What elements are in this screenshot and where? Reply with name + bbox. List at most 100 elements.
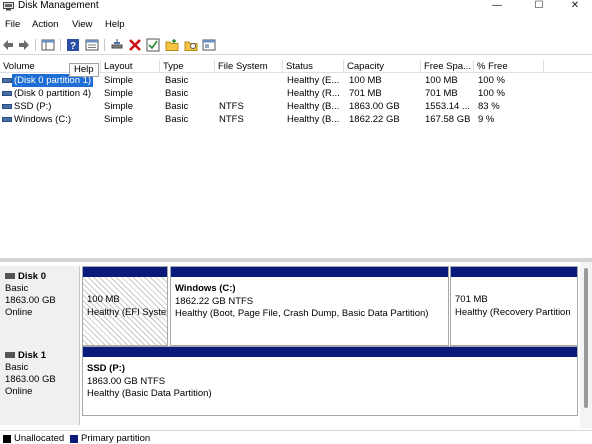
volume-row[interactable]: SSD (P:) Simple Basic NTFS Healthy (B...… bbox=[0, 100, 592, 113]
partition-status: Healthy (EFI System bbox=[87, 306, 167, 318]
disk-icon bbox=[5, 273, 15, 280]
volume-percent-free: 100 % bbox=[478, 75, 505, 86]
column-percent-free[interactable]: % Free bbox=[474, 60, 544, 73]
disk-1-label[interactable]: Disk 1 Basic 1863.00 GB Online bbox=[0, 345, 80, 425]
properties-icon[interactable] bbox=[85, 38, 99, 52]
partition-ssd-p[interactable]: SSD (P:) 1863.00 GB NTFS Healthy (Basic … bbox=[82, 346, 578, 416]
volume-row[interactable]: (Disk 0 partition 4) Simple Basic Health… bbox=[0, 87, 592, 100]
volume-percent-free: 83 % bbox=[478, 101, 500, 112]
legend-unallocated: Unallocated bbox=[14, 433, 65, 444]
disk-name: Disk 0 bbox=[18, 271, 46, 282]
partition-bar bbox=[83, 267, 167, 277]
open-icon[interactable] bbox=[184, 38, 198, 52]
volume-name[interactable]: SSD (P:) bbox=[14, 100, 51, 113]
disk-0-label[interactable]: Disk 0 Basic 1863.00 GB Online bbox=[0, 266, 80, 346]
column-layout[interactable]: Layout bbox=[101, 60, 160, 73]
disk-management-app-icon bbox=[3, 2, 14, 11]
vertical-scrollbar[interactable] bbox=[580, 262, 592, 428]
help-icon[interactable]: ? bbox=[66, 38, 80, 52]
volume-status: Healthy (R... bbox=[287, 88, 340, 99]
back-icon[interactable] bbox=[1, 38, 15, 52]
volume-free-space: 1553.14 ... bbox=[425, 101, 470, 112]
toolbar-separator bbox=[35, 39, 36, 51]
disk-type: Basic bbox=[5, 362, 29, 373]
partition-status: Healthy (Recovery Partition bbox=[455, 306, 571, 318]
disk-graphical-view: Disk 0 Basic 1863.00 GB Online 100 MB He… bbox=[0, 262, 592, 428]
partition-size: 100 MB bbox=[87, 294, 120, 305]
disk-type: Basic bbox=[5, 283, 29, 294]
new-folder-icon[interactable] bbox=[165, 38, 179, 52]
partition-windows-c[interactable]: Windows (C:) 1862.22 GB NTFS Healthy (Bo… bbox=[170, 266, 449, 346]
partition-status: Healthy (Basic Data Partition) bbox=[87, 388, 212, 399]
volume-file-system: NTFS bbox=[219, 114, 244, 125]
menu-action[interactable]: Action bbox=[32, 19, 58, 31]
volume-file-system: NTFS bbox=[219, 101, 244, 112]
column-capacity[interactable]: Capacity bbox=[344, 60, 421, 73]
volume-type: Basic bbox=[165, 101, 189, 112]
partition-size: 1862.22 GB NTFS bbox=[175, 295, 254, 307]
volume-name[interactable]: Windows (C:) bbox=[14, 113, 71, 126]
maximize-button[interactable]: ☐ bbox=[521, 0, 557, 12]
partition-bar bbox=[171, 267, 448, 277]
volume-free-space: 100 MB bbox=[425, 75, 458, 86]
toolbar-separator bbox=[104, 39, 105, 51]
partition-efi[interactable]: 100 MB Healthy (EFI System bbox=[82, 266, 168, 346]
disk-size: 1863.00 GB bbox=[5, 374, 56, 385]
menu-help[interactable]: Help bbox=[105, 19, 125, 31]
partition-recovery[interactable]: 701 MB Healthy (Recovery Partition bbox=[450, 266, 578, 346]
svg-text:?: ? bbox=[70, 41, 76, 52]
volume-status: Healthy (B... bbox=[287, 114, 340, 125]
volume-layout: Simple bbox=[104, 88, 134, 99]
volume-icon bbox=[2, 91, 12, 96]
volume-free-space: 701 MB bbox=[425, 88, 458, 99]
connect-icon[interactable] bbox=[110, 38, 124, 52]
volume-status: Healthy (B... bbox=[287, 101, 340, 112]
menu-file[interactable]: File bbox=[5, 19, 20, 31]
partition-size: 1863.00 GB NTFS bbox=[87, 375, 166, 387]
volume-layout: Simple bbox=[104, 101, 134, 112]
volume-type: Basic bbox=[165, 75, 189, 86]
volume-layout: Simple bbox=[104, 75, 134, 86]
volume-type: Basic bbox=[165, 114, 189, 125]
volume-layout: Simple bbox=[104, 114, 134, 125]
refresh-icon[interactable] bbox=[202, 38, 216, 52]
disk-size: 1863.00 GB bbox=[5, 295, 56, 306]
console-tree-icon[interactable] bbox=[41, 38, 55, 52]
volume-icon bbox=[2, 104, 12, 109]
volume-capacity: 100 MB bbox=[349, 75, 382, 86]
close-button[interactable]: ✕ bbox=[557, 0, 592, 12]
volume-icon bbox=[2, 117, 12, 122]
volume-row[interactable]: Windows (C:) Simple Basic NTFS Healthy (… bbox=[0, 113, 592, 126]
volume-capacity: 701 MB bbox=[349, 88, 382, 99]
forward-icon[interactable] bbox=[17, 38, 31, 52]
column-free-space[interactable]: Free Spa... bbox=[421, 60, 474, 73]
title-bar: Disk Management — ☐ ✕ bbox=[0, 0, 592, 14]
volume-capacity: 1863.00 GB bbox=[349, 101, 400, 112]
partition-size: 701 MB bbox=[455, 294, 488, 305]
partition-bar bbox=[83, 347, 577, 357]
partition-bar bbox=[451, 267, 577, 277]
window-title: Disk Management bbox=[18, 0, 99, 11]
disk-name: Disk 1 bbox=[18, 350, 46, 361]
volume-status: Healthy (E... bbox=[287, 75, 340, 86]
menu-bar: File Action View Help bbox=[0, 17, 592, 32]
menu-view[interactable]: View bbox=[72, 19, 92, 31]
legend-primary-partition: Primary partition bbox=[81, 433, 151, 444]
volume-name[interactable]: (Disk 0 partition 4) bbox=[14, 87, 91, 100]
check-icon[interactable] bbox=[146, 38, 160, 52]
unallocated-swatch bbox=[3, 435, 11, 443]
delete-icon[interactable] bbox=[128, 38, 142, 52]
toolbar-separator bbox=[60, 39, 61, 51]
disk-state: Online bbox=[5, 307, 33, 318]
column-type[interactable]: Type bbox=[160, 60, 215, 73]
column-status[interactable]: Status bbox=[283, 60, 344, 73]
minimize-button[interactable]: — bbox=[479, 0, 515, 12]
volume-percent-free: 9 % bbox=[478, 114, 495, 125]
volume-icon bbox=[2, 78, 12, 83]
column-file-system[interactable]: File System bbox=[215, 60, 283, 73]
volume-free-space: 167.58 GB bbox=[425, 114, 471, 125]
disk-state: Online bbox=[5, 386, 33, 397]
partition-name: SSD (P:) bbox=[87, 363, 125, 374]
primary-partition-swatch bbox=[70, 435, 78, 443]
scrollbar-thumb[interactable] bbox=[584, 268, 588, 408]
